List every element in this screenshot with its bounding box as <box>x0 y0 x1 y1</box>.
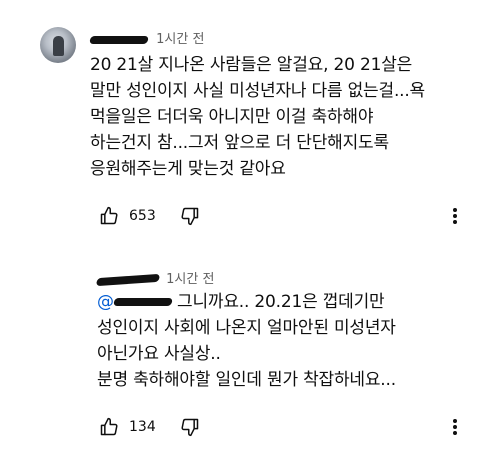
comment-line: 성인이지 사회에 나온지 얼마안된 미성년자 <box>97 318 396 338</box>
redacted-username <box>89 35 149 44</box>
comment-line: 응원해주는게 맞는것 같아요 <box>90 159 286 179</box>
comment-meta: 1시간 전 <box>96 268 214 287</box>
comment-line: 하는건지 참...그저 앞으로 더 단단해지도록 <box>90 133 389 153</box>
comment-meta: 1시간 전 <box>89 28 204 47</box>
comment-time[interactable]: 1시간 전 <box>156 32 204 47</box>
comment-line: 아닌가요 사실상.. <box>97 344 221 364</box>
thumbs-down-icon[interactable] <box>178 204 202 228</box>
thumbs-up-icon[interactable] <box>97 415 121 439</box>
comment-line: 먹을일은 더더욱 아니지만 이걸 축하해야 <box>90 107 374 127</box>
thumbs-up-icon[interactable] <box>97 204 121 228</box>
comment-body: 20 21살 지나온 사람들은 알걸요, 20 21살은 말만 성인이지 사실 … <box>90 52 425 182</box>
avatar[interactable] <box>40 27 76 63</box>
thumbs-down-icon[interactable] <box>178 415 202 439</box>
like-count: 134 <box>129 419 156 435</box>
comment-actions: 653 <box>97 204 202 228</box>
more-vert-icon[interactable] <box>443 204 467 228</box>
comment-first-line: @ 그니까요.. 20.21은 껍데기만 <box>97 289 396 315</box>
mention-at: @ <box>97 292 114 312</box>
redacted-mention <box>112 298 173 306</box>
mention-link[interactable]: @ <box>97 292 177 312</box>
comment-2: 1시간 전 @ 그니까요.. 20.21은 껍데기만 성인이지 사회에 나온지 … <box>0 240 480 462</box>
comment-body: @ 그니까요.. 20.21은 껍데기만 성인이지 사회에 나온지 얼마안된 미… <box>97 289 396 393</box>
redacted-username <box>96 273 160 286</box>
avatar-figure <box>53 36 64 56</box>
like-count: 653 <box>129 208 156 224</box>
comment-line: 말만 성인이지 사실 미성년자나 다름 없는걸...욕 <box>90 81 425 101</box>
comment-time[interactable]: 1시간 전 <box>166 272 214 287</box>
comment-1: 1시간 전 20 21살 지나온 사람들은 알걸요, 20 21살은 말만 성인… <box>0 0 480 240</box>
more-vert-icon[interactable] <box>443 415 467 439</box>
comment-line: 그니까요.. 20.21은 껍데기만 <box>177 292 385 312</box>
comment-actions: 134 <box>97 415 202 439</box>
comment-line: 20 21살 지나온 사람들은 알걸요, 20 21살은 <box>90 55 413 75</box>
comment-line: 분명 축하해야할 일인데 뭔가 착잡하네요... <box>97 370 396 390</box>
